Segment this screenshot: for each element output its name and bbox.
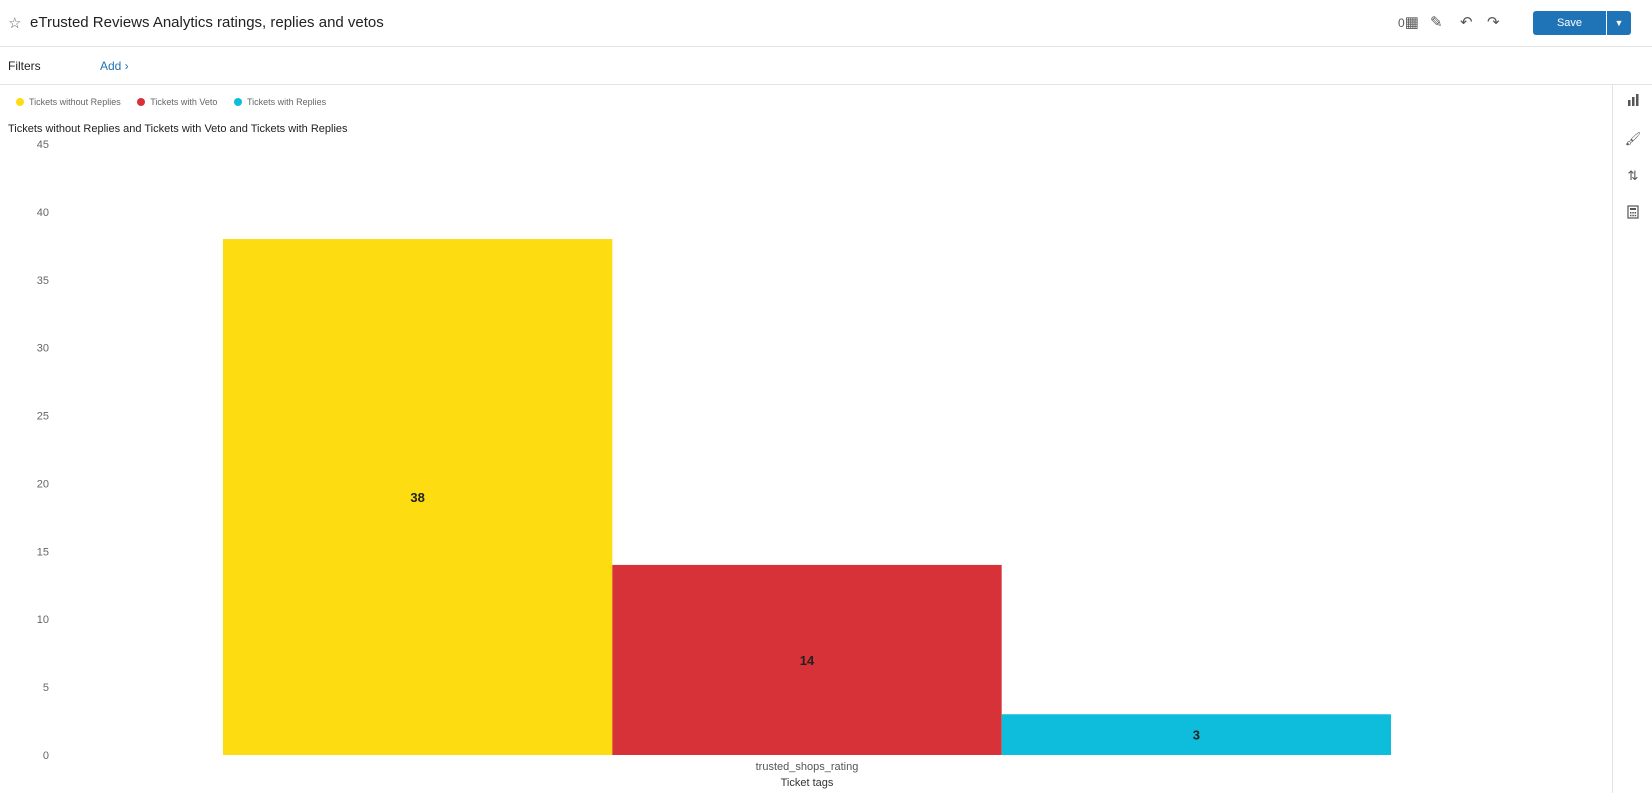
y-tick-label: 25 [37, 411, 49, 423]
y-tick-label: 45 [37, 139, 49, 151]
y-tick-label: 10 [37, 614, 49, 626]
y-tick-label: 0 [43, 750, 49, 762]
x-axis-label: Ticket tags [781, 777, 834, 789]
calculator-icon[interactable] [1613, 205, 1652, 222]
y-tick-label: 40 [37, 207, 49, 219]
data-label: 14 [800, 653, 815, 668]
y-tick-label: 20 [37, 478, 49, 490]
bar-chart: 0 5 10 15 20 25 30 35 40 45 38 14 3 trusted_shops_rat… [37, 139, 1391, 789]
x-tick-label: trusted_shops_rating [756, 761, 859, 773]
y-tick-label: 30 [37, 343, 49, 355]
brush-icon[interactable]: 🖌 [1613, 131, 1652, 147]
y-tick-label: 35 [37, 275, 49, 287]
y-tick-label: 5 [43, 682, 49, 694]
data-label: 3 [1193, 728, 1200, 743]
sort-icon[interactable]: ⇅ [1613, 168, 1652, 184]
right-sidebar: 🖌 ⇅ [1612, 85, 1652, 793]
chevron-down-icon: ▼ [1614, 18, 1624, 28]
y-tick-label: 15 [37, 546, 49, 558]
data-label: 38 [410, 490, 424, 505]
bar-chart-icon[interactable] [1613, 93, 1652, 110]
